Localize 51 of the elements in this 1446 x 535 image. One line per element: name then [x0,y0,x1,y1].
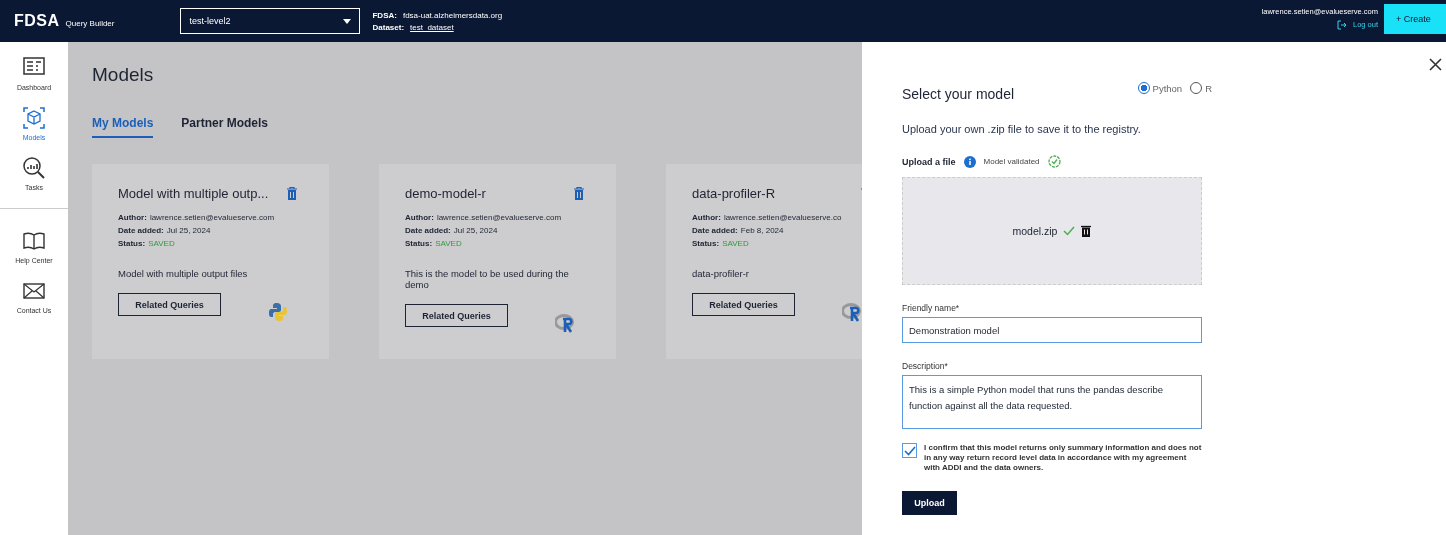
fdsa-label: FDSA: [372,10,397,20]
validation-text: Model validated [983,157,1040,166]
status-text: SAVED [722,239,749,248]
logo: FDSA [14,12,60,30]
create-button[interactable]: + Create [1384,4,1446,34]
upload-label: Upload a file [902,156,956,167]
intro-text: Upload your own .zip file to save it to the registry. [902,123,1142,135]
meta-label: Date added: [692,226,738,235]
fdsa-url: fdsa-uat.alzheimersdata.org [402,10,503,20]
meta-value: Jul 25, 2024 [453,226,498,235]
related-queries-button[interactable]: Related Queries [405,304,508,327]
language-radio[interactable]: Python [1137,82,1183,94]
meta-value: lawrence.setien@evalueserve.co [723,213,842,222]
meta-value: lawrence.setien@evalueserve.com [149,213,275,222]
field-label: Description* [902,361,949,371]
upload-button[interactable]: Upload [902,491,957,515]
file-name: model.zip [1012,225,1058,237]
page-title: Models [92,64,155,86]
meta-value: Feb 8, 2024 [740,226,784,235]
name-field[interactable]: Demonstration model [902,317,1202,343]
meta-label: Status: [692,239,720,248]
model-name: Model with multiple outp... [118,186,269,201]
meta-label: Date added: [118,226,164,235]
tab[interactable]: Partner Models [181,116,269,138]
confirm-text: I confirm that this model returns only summary information and does not in any way return record level data in accordance with my agreement with ADDI and the data owners. [924,443,1202,473]
app-name: Query Builder [65,18,115,28]
model-description: data-profiler-r [692,268,751,279]
dataset-link[interactable]: test_dataset [410,22,454,32]
model-description: Model with multiple output files [118,268,249,279]
meta-label: Author: [405,213,434,222]
model-name: data-profiler-R [692,186,776,201]
dataset-label: Dataset: [372,22,405,32]
related-queries-button[interactable]: Related Queries [692,293,795,316]
meta-label: Author: [692,213,721,222]
panel-title: Select your model [902,86,1015,102]
meta-label: Status: [405,239,433,248]
status-text: SAVED [435,239,462,248]
model-description: This is the model to be used during the demo [405,268,570,290]
tab[interactable]: My Models [92,116,154,138]
project-select[interactable]: test-level2 [180,8,361,34]
meta-value: Jul 25, 2024 [166,226,211,235]
meta-label: Author: [118,213,147,222]
meta-value: lawrence.setien@evalueserve.com [436,213,562,222]
status-text: SAVED [148,239,175,248]
related-queries-button[interactable]: Related Queries [118,293,221,316]
field-label: Friendly name* [902,303,961,313]
meta-label: Date added: [405,226,451,235]
drop-zone[interactable]: model.zip [902,177,1202,285]
description-field[interactable]: This is a simple Python model that runs the pandas describe function against all the data requested. [902,375,1202,429]
model-name: demo-model-r [405,186,486,201]
meta-label: Status: [118,239,146,248]
